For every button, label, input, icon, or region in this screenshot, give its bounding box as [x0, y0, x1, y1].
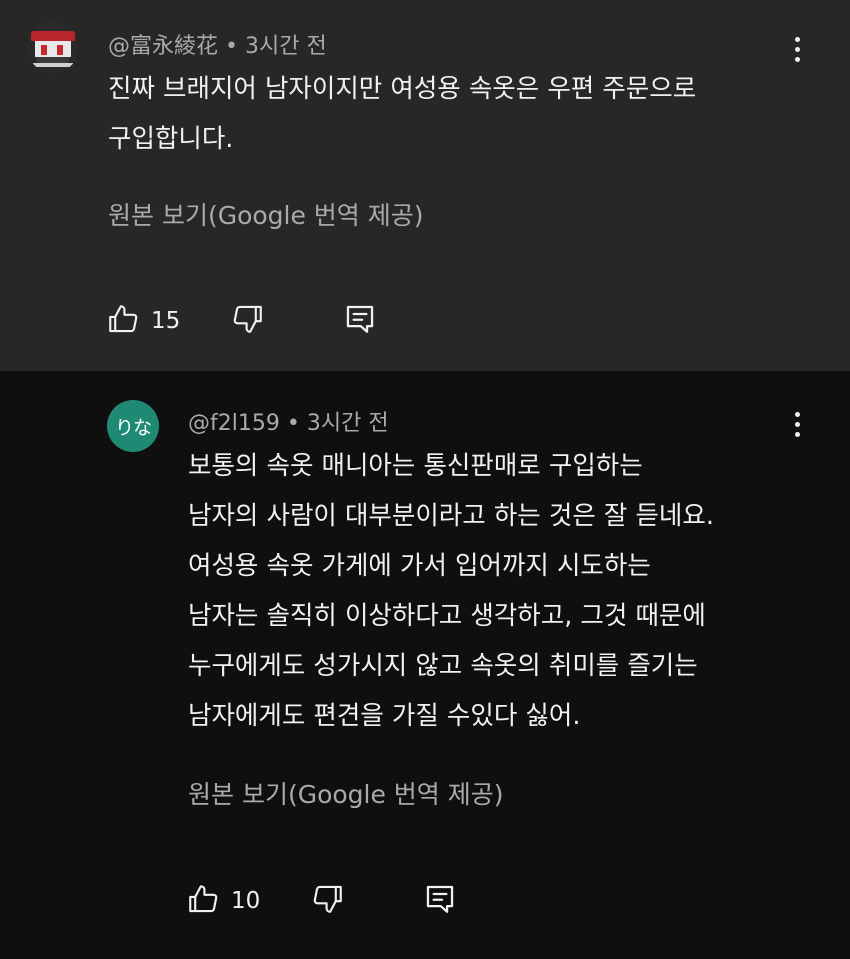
thumbs-up-icon[interactable] [186, 882, 220, 916]
comment-text-line: 보통의 속옷 매니아는 통신판매로 구입하는 [188, 451, 643, 481]
thumbs-down-icon[interactable] [311, 882, 345, 916]
comment-text: 진짜 브래지어 남자이지만 여성용 속옷은 우편 주문으로 구입합니다. [108, 64, 696, 164]
meta-separator: • [286, 411, 307, 436]
comment-meta: @f2l159 • 3시간 전 [188, 405, 389, 437]
reply-icon[interactable] [423, 882, 457, 916]
thumbs-down-icon[interactable] [231, 302, 265, 336]
view-original-link[interactable]: 원본 보기(Google 번역 제공) [188, 775, 504, 811]
comment-text-line: 누구에게도 성가시지 않고 속옷의 취미를 즐기는 [188, 651, 698, 681]
more-vert-icon[interactable] [782, 404, 812, 444]
comment-meta: @富永綾花 • 3시간 전 [108, 28, 327, 60]
comment-time[interactable]: 3시간 전 [307, 411, 389, 436]
comment-author[interactable]: @f2l159 [188, 411, 280, 436]
comment-text-line: 남자의 사람이 대부분이라고 하는 것은 잘 듣네요. [188, 501, 714, 531]
comment-time[interactable]: 3시간 전 [245, 34, 327, 59]
like-count: 10 [231, 888, 261, 914]
comment-thread-top: @富永綾花 • 3시간 전 진짜 브래지어 남자이지만 여성용 속옷은 우편 주… [0, 0, 850, 371]
comment-reply: りな @f2l159 • 3시간 전 보통의 속옷 매니아는 통신판매로 구입하… [0, 371, 850, 959]
view-original-link[interactable]: 원본 보기(Google 번역 제공) [108, 196, 424, 232]
reply-icon[interactable] [343, 302, 377, 336]
avatar[interactable] [27, 21, 79, 73]
thumbs-up-icon[interactable] [106, 302, 140, 336]
avatar-photo-icon [27, 21, 79, 73]
more-vert-icon[interactable] [782, 29, 812, 69]
comment-text-line: 구입합니다. [108, 124, 234, 154]
meta-separator: • [225, 34, 245, 59]
comment-text-line: 진짜 브래지어 남자이지만 여성용 속옷은 우편 주문으로 [108, 74, 697, 104]
like-count: 15 [151, 308, 181, 334]
comment-text-line: 여성용 속옷 가게에 가서 입어까지 시도하는 [188, 551, 651, 581]
comment-author[interactable]: @富永綾花 [108, 34, 218, 59]
comment-text-line: 남자에게도 편견을 가질 수있다 싫어. [188, 701, 581, 731]
avatar[interactable]: りな [107, 400, 159, 452]
comment-text-line: 남자는 솔직히 이상하다고 생각하고, 그것 때문에 [188, 601, 706, 631]
comment-text: 보통의 속옷 매니아는 통신판매로 구입하는 남자의 사람이 대부분이라고 하는… [188, 441, 714, 741]
